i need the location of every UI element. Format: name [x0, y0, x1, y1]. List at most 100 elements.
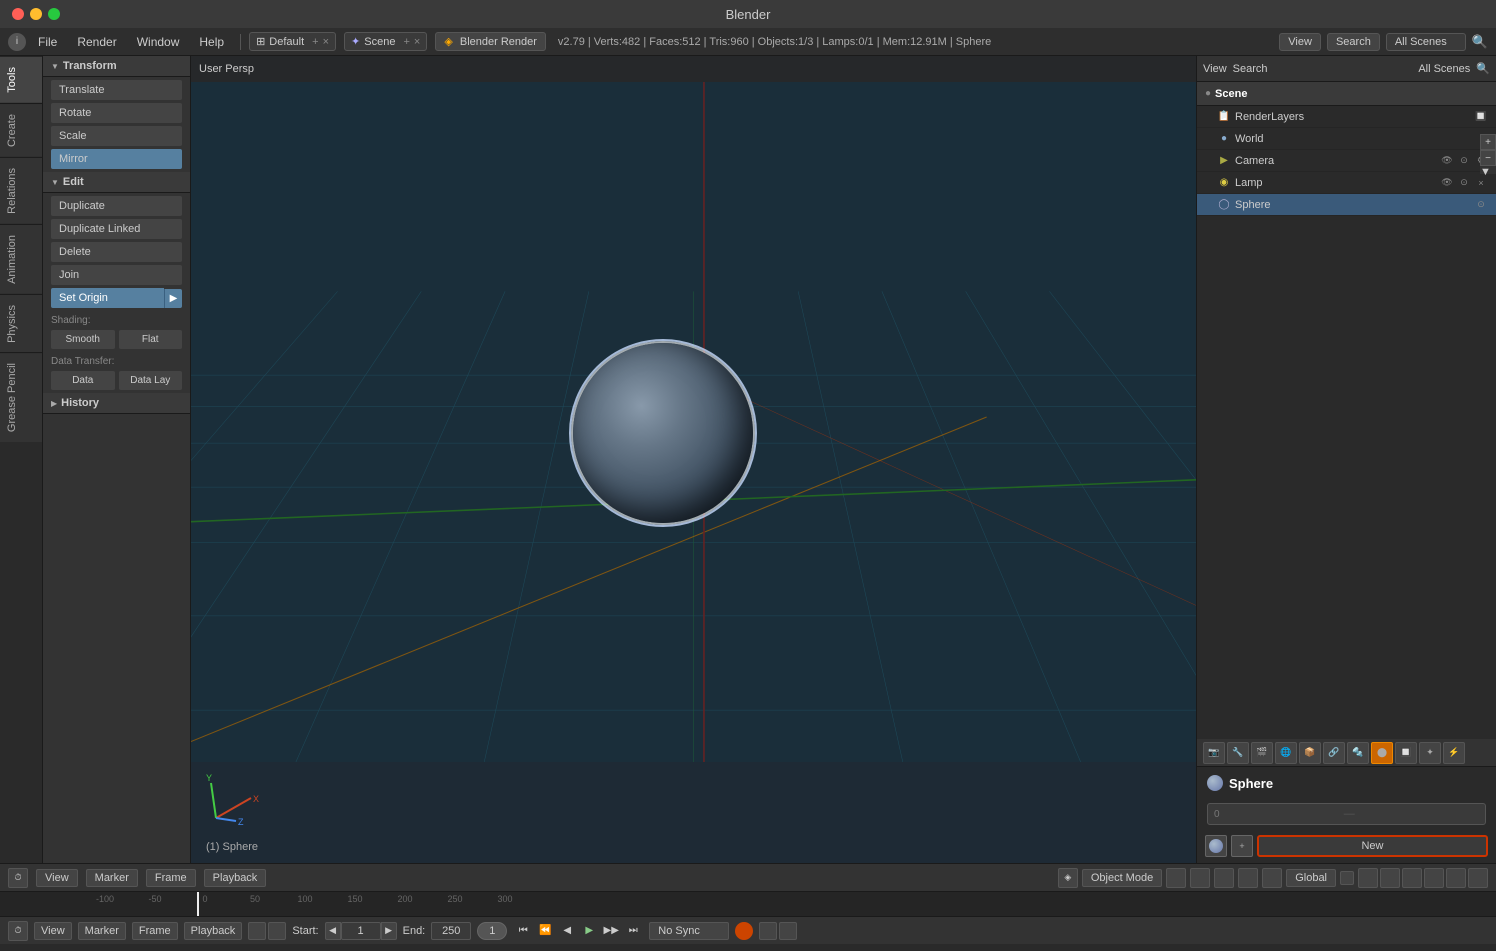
vp-icon-a[interactable] — [1358, 868, 1378, 888]
footer-extra-b[interactable] — [779, 922, 797, 940]
viewport-canvas[interactable]: X Y Z (1) Sphere — [191, 82, 1196, 863]
data-lay-button[interactable]: Data Lay — [119, 371, 183, 390]
viewport-icon4[interactable] — [1214, 868, 1234, 888]
window-controls[interactable] — [12, 8, 60, 20]
set-origin-dropdown[interactable]: ▶ — [164, 289, 182, 308]
outliner-scenes-dropdown[interactable]: All Scenes — [1274, 63, 1471, 75]
play-first-btn[interactable]: ⏮ — [513, 921, 533, 941]
lamp-render-icon[interactable]: ⊙ — [1457, 176, 1471, 190]
search-icon[interactable]: 🔍 — [1472, 34, 1488, 50]
play-last-btn[interactable]: ⏭ — [623, 921, 643, 941]
close-scene-btn[interactable]: × — [414, 36, 420, 48]
viewport[interactable]: User Persp — [191, 56, 1196, 863]
camera-visibility-icon[interactable]: 👁 — [1440, 154, 1454, 168]
timeline-icon[interactable]: ⏱ — [8, 868, 28, 888]
prop-modifiers-icon[interactable]: 🔩 — [1347, 742, 1369, 764]
scroll-indicator[interactable]: ▼ — [1480, 166, 1496, 174]
play-btn[interactable]: ▶ — [579, 921, 599, 941]
renderlayers-icon2[interactable]: 🔲 — [1474, 110, 1488, 124]
prop-particles-icon[interactable]: ✦ — [1419, 742, 1441, 764]
vp-icon-d[interactable] — [1424, 868, 1444, 888]
tab-animation[interactable]: Animation — [0, 224, 42, 294]
footer-view-btn[interactable]: View — [34, 922, 72, 940]
vp-icon-b[interactable] — [1380, 868, 1400, 888]
vp-icon-f[interactable] — [1468, 868, 1488, 888]
end-value[interactable]: 250 — [431, 922, 471, 940]
play-prev-btn[interactable]: ⏪ — [535, 921, 555, 941]
prop-world-icon[interactable]: 🌐 — [1275, 742, 1297, 764]
outliner-search-icon[interactable]: 🔍 — [1476, 62, 1490, 75]
transform-section-header[interactable]: ▼ Transform — [43, 56, 190, 77]
minimize-button[interactable] — [30, 8, 42, 20]
timeline-view-btn[interactable]: View — [36, 869, 78, 887]
sphere-extra-icon[interactable]: ⊙ — [1474, 198, 1488, 212]
current-frame-display[interactable]: 1 — [477, 922, 507, 940]
timeline-playback-btn[interactable]: Playback — [204, 869, 267, 887]
outliner-item-world[interactable]: ● World — [1197, 128, 1496, 150]
record-btn[interactable] — [735, 922, 753, 940]
set-origin-button[interactable]: Set Origin — [51, 288, 164, 308]
footer-playback-btn[interactable]: Playback — [184, 922, 243, 940]
material-sphere-icon[interactable] — [1205, 835, 1227, 857]
viewport-icon6[interactable] — [1262, 868, 1282, 888]
smooth-button[interactable]: Smooth — [51, 330, 115, 349]
data-button[interactable]: Data — [51, 371, 115, 390]
start-value[interactable]: 1 — [341, 922, 381, 940]
scroll-up-btn[interactable]: + — [1480, 134, 1496, 150]
tab-tools[interactable]: Tools — [0, 56, 42, 103]
scenes-dropdown[interactable]: All Scenes — [1386, 33, 1466, 51]
outliner-view-btn[interactable]: View — [1203, 63, 1227, 75]
footer-marker-btn[interactable]: Marker — [78, 922, 126, 940]
sphere-object[interactable] — [573, 343, 753, 523]
duplicate-linked-button[interactable]: Duplicate Linked — [51, 219, 182, 239]
global-btn[interactable]: Global — [1286, 869, 1336, 887]
scroll-down-btn[interactable]: − — [1480, 150, 1496, 166]
outliner-item-camera[interactable]: ▶ Camera 👁 ⊙ ⚙ — [1197, 150, 1496, 172]
viewport-icon5[interactable] — [1238, 868, 1258, 888]
prop-texture-icon[interactable]: 🔲 — [1395, 742, 1417, 764]
prop-physics-icon[interactable]: ⚡ — [1443, 742, 1465, 764]
material-add-icon[interactable]: + — [1231, 835, 1253, 857]
tab-grease-pencil[interactable]: Grease Pencil — [0, 352, 42, 442]
add-layout-btn[interactable]: + — [312, 36, 318, 48]
maximize-button[interactable] — [48, 8, 60, 20]
prop-render-icon[interactable]: 🔧 — [1227, 742, 1249, 764]
tab-physics[interactable]: Physics — [0, 294, 42, 353]
start-increment[interactable]: ▶ — [381, 922, 397, 940]
scene-selector[interactable]: ✦ Scene + × — [344, 32, 427, 51]
duplicate-button[interactable]: Duplicate — [51, 196, 182, 216]
scale-button[interactable]: Scale — [51, 126, 182, 146]
prop-object-icon[interactable]: 📦 — [1299, 742, 1321, 764]
lamp-visibility-icon[interactable]: 👁 — [1440, 176, 1454, 190]
viewport-icon2[interactable] — [1166, 868, 1186, 888]
camera-render-icon[interactable]: ⊙ — [1457, 154, 1471, 168]
edit-section-header[interactable]: ▼ Edit — [43, 172, 190, 193]
layout-selector[interactable]: ⊞ Default + × — [249, 32, 336, 51]
timeline-frame-btn[interactable]: Frame — [146, 869, 196, 887]
flat-button[interactable]: Flat — [119, 330, 183, 349]
footer-icon-a[interactable] — [248, 922, 266, 940]
outliner-item-renderlayers[interactable]: 📋 RenderLayers 🔲 — [1197, 106, 1496, 128]
add-scene-btn[interactable]: + — [403, 36, 409, 48]
tab-relations[interactable]: Relations — [0, 157, 42, 224]
footer-extra-a[interactable] — [759, 922, 777, 940]
footer-frame-btn[interactable]: Frame — [132, 922, 178, 940]
timeline-marker-btn[interactable]: Marker — [86, 869, 138, 887]
nosync-dropdown[interactable]: No Sync — [649, 922, 729, 940]
join-button[interactable]: Join — [51, 265, 182, 285]
rotate-button[interactable]: Rotate — [51, 103, 182, 123]
properties-value-input[interactable]: 0 — — [1207, 803, 1486, 825]
search-btn[interactable]: Search — [1327, 33, 1380, 51]
vp-icon-c[interactable] — [1402, 868, 1422, 888]
close-layout-btn[interactable]: × — [323, 36, 329, 48]
delete-button[interactable]: Delete — [51, 242, 182, 262]
prop-constraints-icon[interactable]: 🔗 — [1323, 742, 1345, 764]
prop-material-icon[interactable]: ⬤ — [1371, 742, 1393, 764]
view-dropdown[interactable]: View — [1279, 33, 1321, 51]
play-forward-btn[interactable]: ▶▶ — [601, 921, 621, 941]
play-back-btn[interactable]: ◀ — [557, 921, 577, 941]
menu-window[interactable]: Window — [129, 33, 188, 51]
outliner-item-sphere[interactable]: ◯ Sphere ⊙ — [1197, 194, 1496, 216]
tab-create[interactable]: Create — [0, 103, 42, 157]
history-section-header[interactable]: ▶ History — [43, 393, 190, 414]
